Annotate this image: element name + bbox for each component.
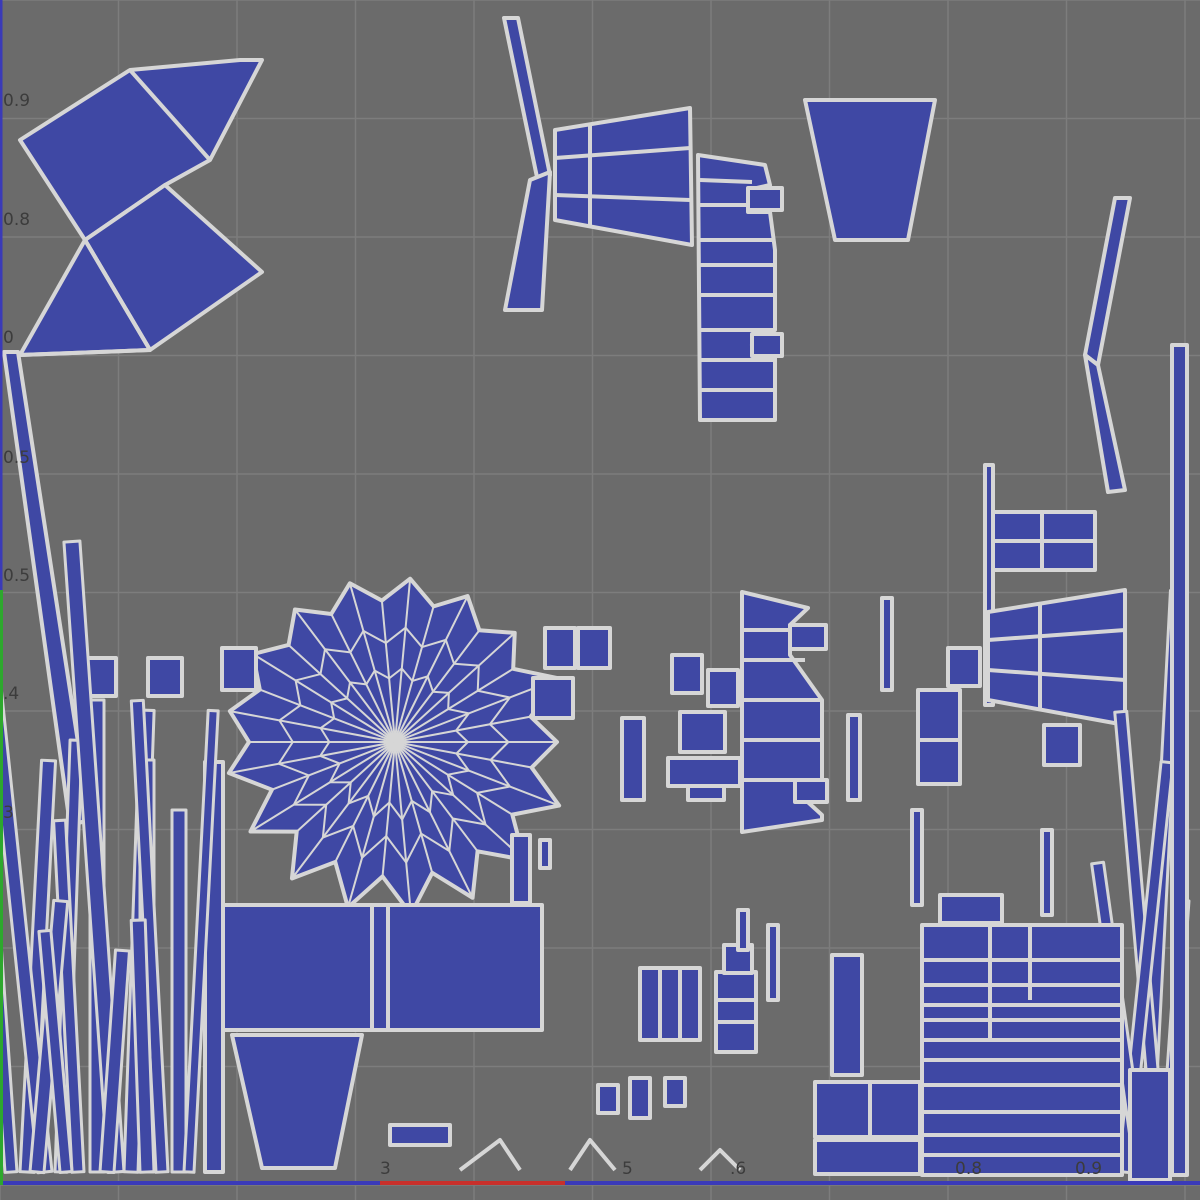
column-strip: [170, 808, 188, 1174]
uv-shell-lamp-shade[interactable]: [553, 106, 694, 247]
v-tick-label: 0.8: [3, 210, 31, 230]
v-tick-label: 3: [3, 803, 14, 823]
uv-editor-viewport[interactable]: 0.9 0.8 0 0.5 0.5 .4 3 3 5 .6 0.8 0.9: [0, 0, 1200, 1200]
v-tick-label: 0.9: [3, 91, 31, 111]
v-tick-label: 0.5: [3, 448, 31, 468]
uv-shell-tower-segment[interactable]: [696, 153, 784, 422]
uv-shell-cone-bottom[interactable]: [230, 1033, 364, 1170]
uv-layout-canvas[interactable]: [0, 0, 1200, 1200]
uv-shell-column-cluster-left[interactable]: [0, 539, 220, 1175]
u-tick-label: 5: [622, 1159, 633, 1179]
uv-shell-center-tower[interactable]: [620, 590, 894, 834]
v-tick-label: 0: [3, 328, 14, 348]
uv-shell-radial-dish[interactable]: [226, 576, 562, 917]
v-tick-label: .4: [3, 684, 20, 704]
uv-shell-door-panel[interactable]: [638, 908, 780, 1054]
uv-shell-trapezoid-panel[interactable]: [803, 98, 937, 242]
v-tick-label: 0.5: [3, 566, 31, 586]
u-tick-label: .6: [730, 1159, 747, 1179]
u-tick-label: 0.8: [955, 1159, 983, 1179]
u-tick-label: 0.9: [1075, 1159, 1103, 1179]
uv-shell-strut-top[interactable]: [502, 16, 552, 312]
uv-shell-small-windows[interactable]: [80, 626, 1082, 786]
uv-shells: [0, 16, 1191, 1182]
uv-shell-small-building[interactable]: [813, 953, 922, 1176]
u-tick-label: 3: [380, 1159, 391, 1179]
uv-shell-strut-right[interactable]: [1083, 196, 1132, 494]
uv-shell-cone-top-left[interactable]: [18, 58, 264, 357]
uv-shell-block-top-right[interactable]: [946, 588, 1127, 727]
